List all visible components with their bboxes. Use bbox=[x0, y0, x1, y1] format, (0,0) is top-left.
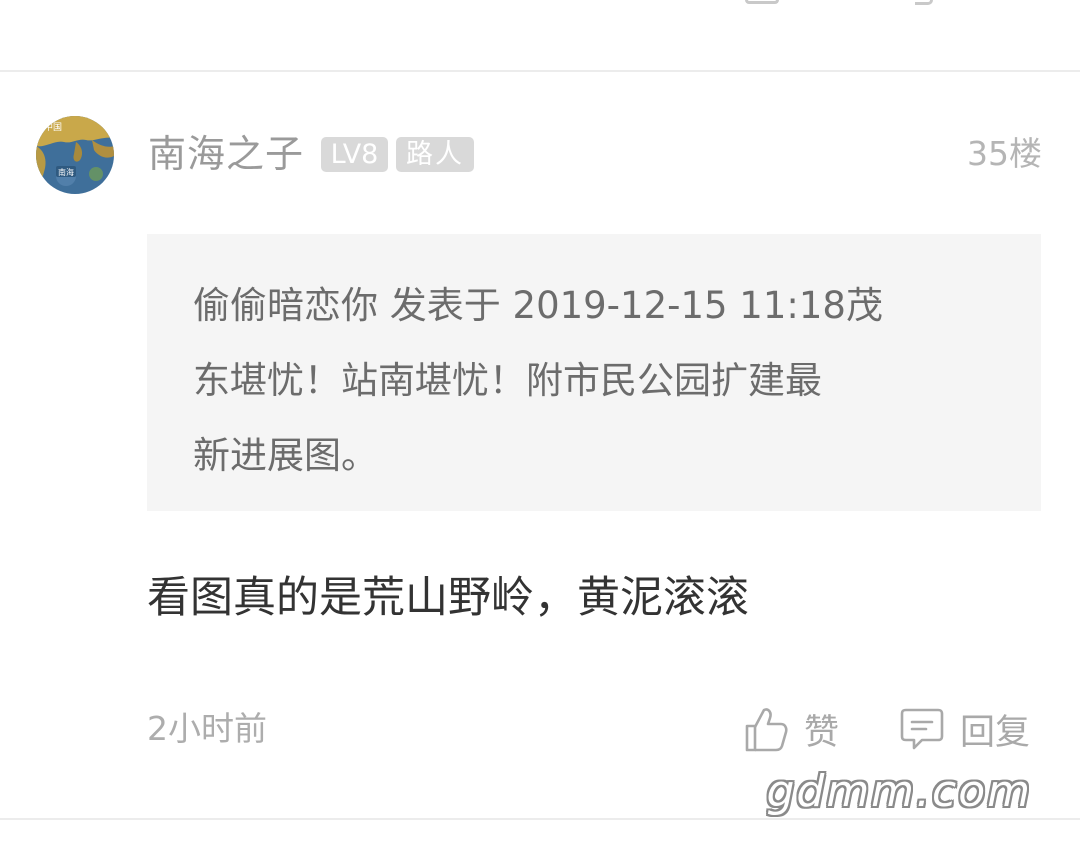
comment-body: 看图真的是荒山野岭，黄泥滚滚 bbox=[147, 573, 749, 623]
post-time: 2小时前 bbox=[147, 709, 267, 748]
reply-button[interactable]: 回复 bbox=[900, 703, 1030, 755]
comment-icon bbox=[900, 706, 944, 752]
reply-label: 回复 bbox=[960, 712, 1031, 753]
user-title-badge: 路人 bbox=[396, 137, 474, 172]
quoted-post-text: 偷偷暗恋你 发表于 2019-12-15 11:18茂 东堪忧！站南堪忧！附市民… bbox=[193, 284, 883, 477]
svg-text:中国: 中国 bbox=[44, 121, 62, 133]
like-button[interactable]: 赞 bbox=[744, 703, 839, 755]
bottom-divider bbox=[0, 818, 1080, 820]
previous-like-icon[interactable] bbox=[745, 0, 779, 4]
previous-comment-action-bar bbox=[0, 0, 1080, 70]
top-divider bbox=[0, 70, 1080, 72]
author-name[interactable]: 南海之子 bbox=[148, 126, 304, 182]
svg-text:南海: 南海 bbox=[58, 167, 74, 177]
level-badge: LV8 bbox=[321, 137, 388, 172]
quoted-post[interactable]: 偷偷暗恋你 发表于 2019-12-15 11:18茂 东堪忧！站南堪忧！附市民… bbox=[147, 234, 1041, 511]
avatar[interactable]: 中国 南海 bbox=[36, 116, 114, 194]
map-avatar-icon: 中国 南海 bbox=[36, 116, 114, 194]
floor-number: 35楼 bbox=[967, 134, 1042, 173]
thumbs-up-icon bbox=[744, 706, 788, 752]
like-label: 赞 bbox=[804, 712, 840, 753]
watermark: gdmm.com bbox=[766, 766, 1032, 817]
previous-reply-icon[interactable] bbox=[915, 0, 933, 5]
